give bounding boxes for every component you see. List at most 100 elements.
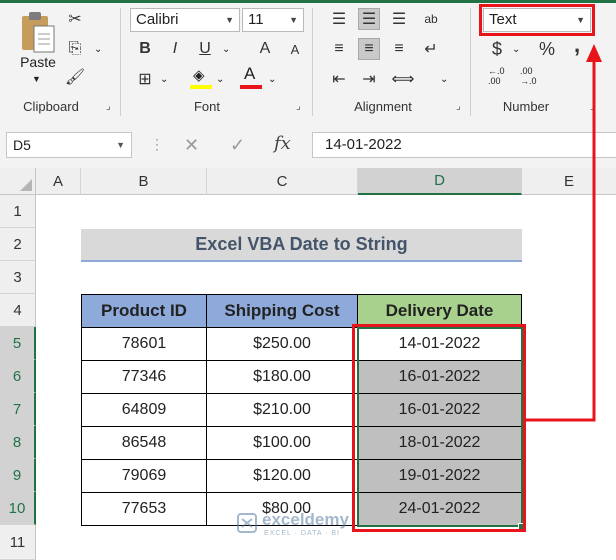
font-name-dropdown[interactable]: Calibri ▼ (130, 8, 240, 32)
bottom-align-icon[interactable]: ☰ (388, 8, 410, 30)
copy-dropdown-chevron-icon[interactable]: ⌄ (94, 44, 102, 55)
row-header-1[interactable]: 1 (0, 195, 36, 228)
column-header-d[interactable]: D (358, 168, 522, 195)
font-color-dropdown-chevron-icon[interactable]: ⌄ (268, 74, 276, 85)
header-delivery-date[interactable]: Delivery Date (358, 294, 522, 328)
copy-icon[interactable]: ⎘ (64, 38, 86, 60)
chevron-down-icon: ▼ (225, 15, 234, 25)
orientation-button[interactable]: ab (420, 8, 442, 30)
font-color-button[interactable]: A (240, 64, 262, 90)
header-shipping-cost[interactable]: Shipping Cost (207, 294, 358, 328)
paste-button[interactable]: Paste (14, 10, 62, 74)
fill-color-dropdown-chevron-icon[interactable]: ⌄ (216, 74, 224, 85)
table-cell[interactable]: 79069 (81, 460, 207, 493)
center-align-icon[interactable]: ≡ (358, 38, 380, 60)
clipboard-group-label: Clipboard (23, 99, 79, 114)
row-header-7[interactable]: 7 (0, 393, 36, 426)
borders-icon[interactable]: ⊞ (134, 68, 156, 90)
row-header-2[interactable]: 2 (0, 228, 36, 261)
borders-dropdown-chevron-icon[interactable]: ⌄ (160, 74, 168, 85)
table-cell[interactable]: 86548 (81, 427, 207, 460)
decrease-indent-icon[interactable]: ⇤ (328, 68, 350, 90)
font-name-value: Calibri (136, 11, 179, 28)
row-header-5[interactable]: 5 (0, 327, 36, 360)
formula-input-value: 14-01-2022 (325, 136, 402, 153)
row-header-11[interactable]: 11 (0, 525, 36, 560)
row-header-8[interactable]: 8 (0, 426, 36, 459)
align-right-icon[interactable]: ≡ (388, 38, 410, 60)
header-product-id[interactable]: Product ID (81, 294, 207, 328)
alignment-dialog-launcher-icon[interactable]: ⌟ (456, 101, 461, 112)
watermark-tagline: EXCEL · DATA · BI (264, 530, 340, 537)
paste-icon (22, 12, 55, 53)
font-color-glyph: A (244, 64, 256, 83)
top-align-icon[interactable]: ☰ (328, 8, 350, 30)
ribbon-separator (120, 8, 121, 116)
ribbon-top-accent (0, 0, 616, 3)
sheet-title: Excel VBA Date to String (195, 234, 408, 254)
decrease-font-size-button[interactable]: A (284, 38, 306, 60)
enter-entry-icon[interactable]: ✓ (230, 135, 245, 156)
font-color-swatch (240, 85, 262, 89)
bold-button[interactable]: B (134, 38, 156, 60)
table-cell[interactable]: 77653 (81, 493, 207, 526)
row-header-3[interactable]: 3 (0, 261, 36, 294)
underline-button[interactable]: U (194, 38, 216, 60)
accounting-format-button[interactable]: $ (486, 38, 508, 60)
column-header-a[interactable]: A (36, 168, 81, 195)
select-all-corner[interactable] (0, 168, 36, 195)
cancel-entry-icon[interactable]: ✕ (184, 135, 199, 156)
format-painter-icon[interactable]: 🖌 (64, 66, 86, 88)
paint-bucket-glyph: ◈ (193, 67, 205, 84)
increase-font-size-button[interactable]: A (254, 38, 276, 60)
table-cell[interactable]: 64809 (81, 394, 207, 427)
table-cell[interactable]: $120.00 (207, 460, 358, 493)
column-header-c[interactable]: C (207, 168, 358, 195)
middle-align-icon[interactable]: ☰ (358, 8, 380, 30)
table-cell[interactable]: 78601 (81, 328, 207, 361)
row-header-6[interactable]: 6 (0, 360, 36, 393)
chevron-down-icon: ▼ (289, 15, 298, 25)
select-all-triangle-icon (20, 179, 32, 191)
number-format-highlight-box (479, 4, 595, 36)
font-size-dropdown[interactable]: 11 ▼ (242, 8, 304, 32)
underline-dropdown-chevron-icon[interactable]: ⌄ (222, 44, 230, 55)
table-cell[interactable]: $100.00 (207, 427, 358, 460)
font-group-label: Font (193, 99, 220, 114)
cut-icon[interactable]: ✂ (64, 8, 86, 30)
name-box[interactable]: D5 ▼ (6, 132, 132, 158)
align-left-icon[interactable]: ≡ (328, 38, 350, 60)
row-header-10[interactable]: 10 (0, 492, 36, 525)
paste-dropdown-chevron-icon[interactable]: ▼ (32, 74, 41, 84)
row-header-9[interactable]: 9 (0, 459, 36, 492)
row-header-4[interactable]: 4 (0, 294, 36, 327)
italic-button[interactable]: I (164, 38, 186, 60)
table-cell[interactable]: $180.00 (207, 361, 358, 394)
fill-color-swatch (190, 85, 212, 89)
alignment-group-label: Alignment (354, 99, 412, 114)
name-box-value: D5 (13, 137, 31, 153)
increase-decimal-button[interactable]: ←.0 .00 (488, 66, 514, 86)
table-cell[interactable]: $250.00 (207, 328, 358, 361)
annotation-arrow (526, 44, 602, 422)
table-cell[interactable]: $210.00 (207, 394, 358, 427)
font-size-value: 11 (248, 11, 264, 28)
font-dialog-launcher-icon[interactable]: ⌟ (296, 101, 301, 112)
merge-center-icon[interactable]: ⟺ (392, 68, 415, 90)
chevron-down-icon: ▼ (116, 140, 125, 150)
ribbon-separator (470, 8, 471, 116)
paste-label: Paste (20, 54, 56, 70)
insert-function-icon[interactable]: fx (274, 133, 291, 154)
title-cell[interactable]: Excel VBA Date to String (81, 229, 522, 262)
table-cell[interactable]: 77346 (81, 361, 207, 394)
exceldemy-watermark: exceldemy EXCEL · DATA · BI (236, 508, 396, 544)
column-header-b[interactable]: B (81, 168, 207, 195)
increase-indent-icon[interactable]: ⇥ (358, 68, 380, 90)
wrap-text-icon[interactable]: ↵ (420, 38, 442, 60)
formula-bar-grip-icon[interactable]: ⋮ (150, 136, 164, 153)
exceldemy-logo-icon (237, 513, 257, 533)
clipboard-dialog-launcher-icon[interactable]: ⌟ (106, 101, 111, 112)
fill-color-icon[interactable]: ◈ (190, 66, 212, 90)
watermark-name: exceldemy (262, 510, 349, 529)
merge-dropdown-chevron-icon[interactable]: ⌄ (440, 74, 448, 85)
